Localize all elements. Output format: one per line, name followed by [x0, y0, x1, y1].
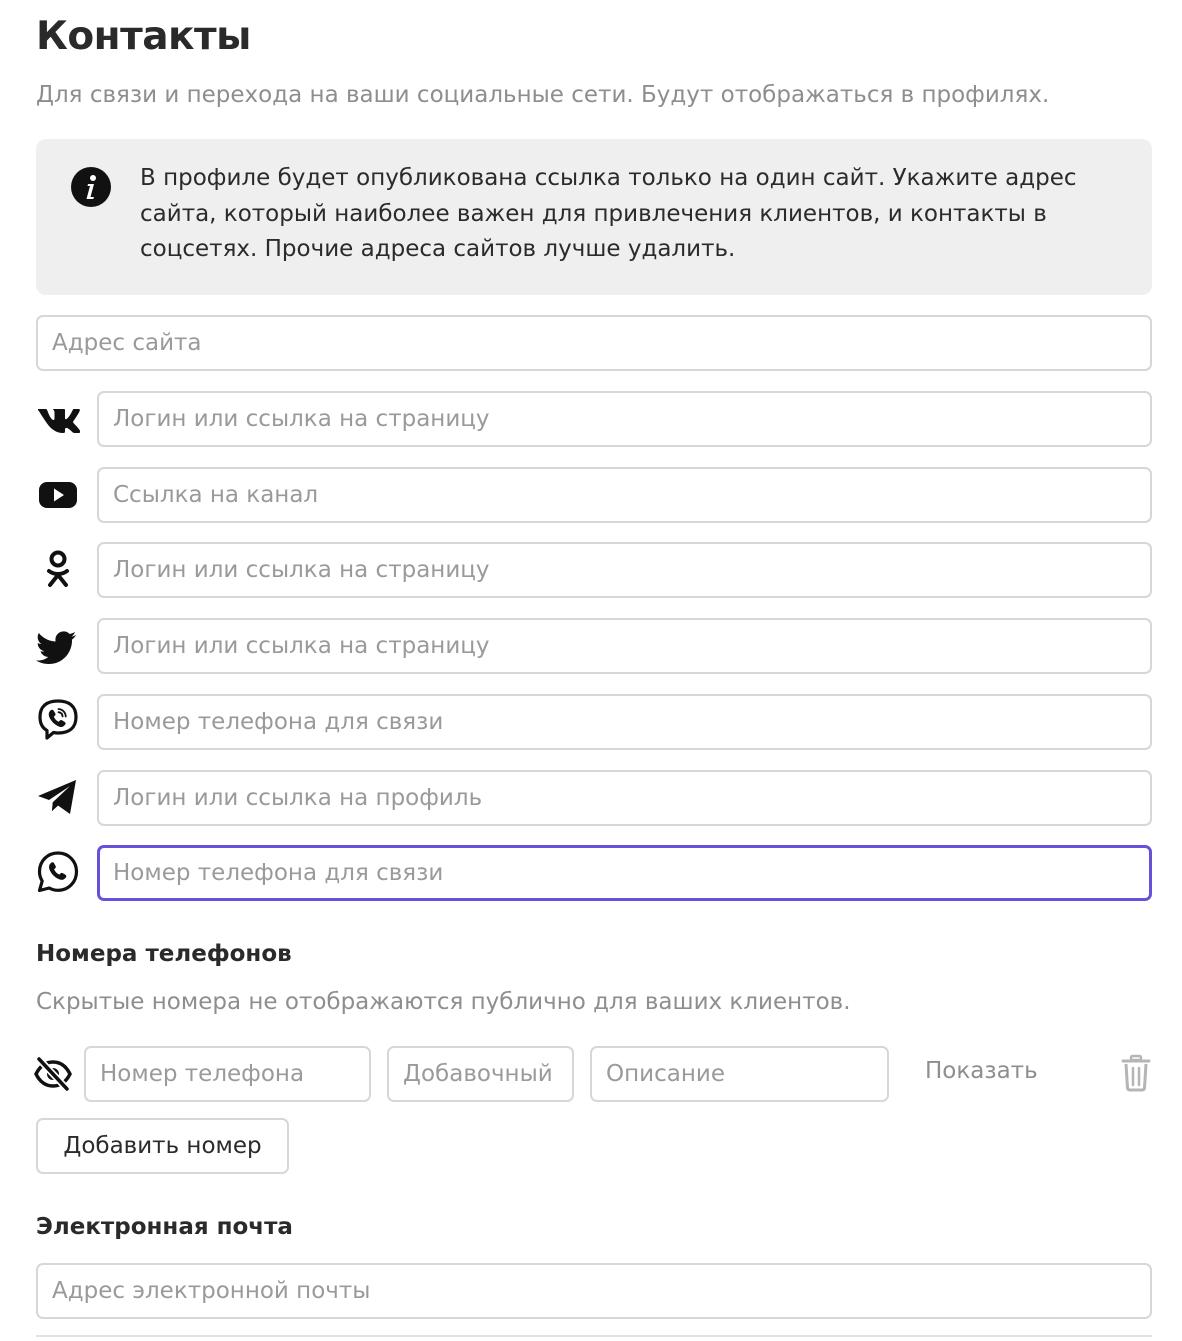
phone-extension-input[interactable]	[387, 1046, 574, 1102]
phone-description-input[interactable]	[590, 1046, 889, 1102]
add-phone-button[interactable]: Добавить номер	[36, 1118, 289, 1174]
notice-text: В профиле будет опубликована ссылка толь…	[140, 165, 1077, 262]
viber-input[interactable]	[97, 694, 1152, 750]
phones-hint: Скрытые номера не отображаются публично …	[36, 989, 851, 1015]
telegram-input[interactable]	[97, 770, 1152, 826]
whatsapp-input[interactable]	[97, 845, 1152, 901]
phone-number-input[interactable]	[84, 1046, 371, 1102]
whatsapp-icon	[36, 850, 80, 894]
telegram-icon	[36, 775, 80, 819]
email-input[interactable]	[36, 1263, 1152, 1319]
vk-input[interactable]	[97, 391, 1152, 447]
phones-section-title: Номера телефонов	[36, 941, 292, 967]
show-phone-toggle[interactable]: Показать	[925, 1058, 1038, 1084]
odnoklassniki-input[interactable]	[97, 542, 1152, 598]
next-field-edge	[36, 1335, 1152, 1337]
trash-icon[interactable]	[1120, 1054, 1152, 1092]
twitter-input[interactable]	[97, 618, 1152, 674]
email-section-title: Электронная почта	[36, 1214, 293, 1240]
odnoklassniki-icon	[36, 547, 80, 591]
eye-off-icon[interactable]	[33, 1055, 73, 1093]
page-subtitle: Для связи и перехода на ваши социальные …	[36, 82, 1050, 108]
info-notice: В профиле будет опубликована ссылка толь…	[36, 139, 1152, 295]
vk-icon	[36, 397, 80, 441]
youtube-input[interactable]	[97, 467, 1152, 523]
viber-icon	[36, 698, 80, 742]
contacts-page: Контакты Для связи и перехода на ваши со…	[0, 0, 1182, 1341]
twitter-icon	[36, 625, 80, 669]
youtube-icon	[36, 472, 80, 516]
website-input[interactable]	[36, 315, 1152, 371]
info-icon	[71, 167, 111, 207]
page-title: Контакты	[36, 14, 251, 59]
